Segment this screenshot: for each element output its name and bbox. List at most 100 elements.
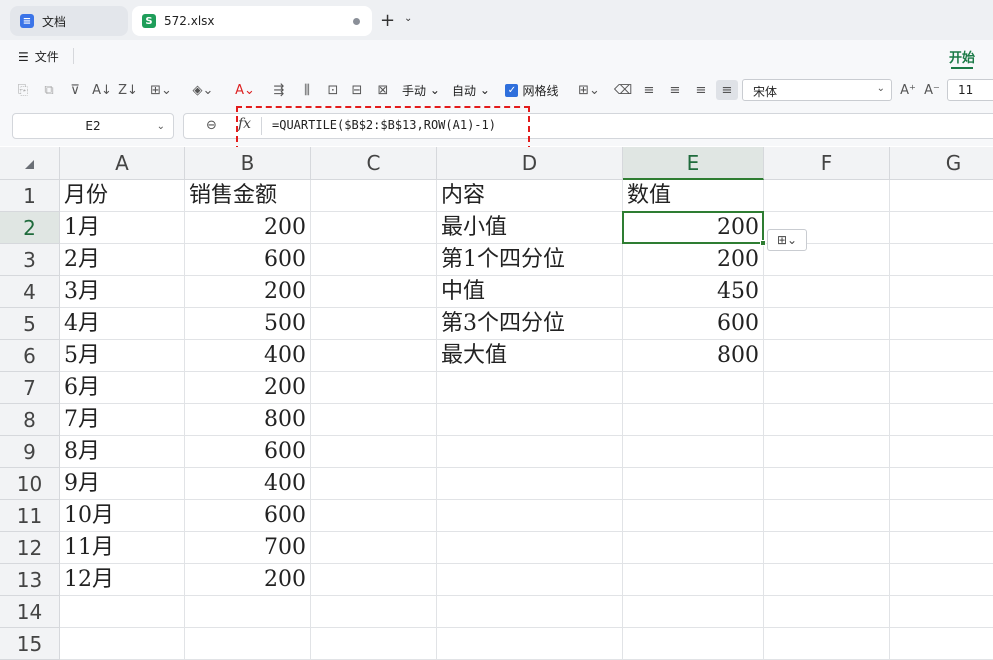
cell-f12[interactable] — [764, 532, 890, 564]
cell-f5[interactable] — [764, 308, 890, 340]
cell-d2[interactable]: 最小值 — [437, 212, 623, 244]
row-header-12[interactable]: 12 — [0, 532, 60, 564]
cell-g6[interactable] — [890, 340, 993, 372]
font-select[interactable]: 宋体 ⌄ — [742, 79, 892, 101]
wrap-icon[interactable]: ⊡ — [324, 80, 342, 100]
cell-b5[interactable]: 500 — [185, 308, 311, 340]
cell-a14[interactable] — [60, 596, 185, 628]
align-left-icon[interactable]: ≡ — [640, 80, 658, 100]
chevron-down-icon[interactable]: ⌄ — [404, 13, 412, 24]
cell-g10[interactable] — [890, 468, 993, 500]
align-icon[interactable]: ⇶ — [270, 80, 288, 100]
cell-e9[interactable] — [623, 436, 764, 468]
cell-b6[interactable]: 400 — [185, 340, 311, 372]
checkbox-checked-icon[interactable]: ✓ — [505, 83, 519, 97]
cell-f7[interactable] — [764, 372, 890, 404]
clear-format-icon[interactable]: ⌫ — [614, 80, 632, 100]
cell-d8[interactable] — [437, 404, 623, 436]
align-center-icon[interactable]: ≡ — [666, 80, 684, 100]
cell-g11[interactable] — [890, 500, 993, 532]
row-header-15[interactable]: 15 — [0, 628, 60, 660]
cell-c12[interactable] — [311, 532, 437, 564]
cell-e15[interactable] — [623, 628, 764, 660]
cell-a6[interactable]: 5月 — [60, 340, 185, 372]
row-header-11[interactable]: 11 — [0, 500, 60, 532]
font-size-select[interactable]: 11 — [947, 79, 993, 101]
manual-dropdown[interactable]: 手动 ⌄ — [400, 80, 442, 100]
cell-f1[interactable] — [764, 180, 890, 212]
cell-a5[interactable]: 4月 — [60, 308, 185, 340]
cell-g14[interactable] — [890, 596, 993, 628]
cell-d5[interactable]: 第3个四分位 — [437, 308, 623, 340]
unsaved-dot-icon[interactable] — [353, 18, 360, 25]
cell-a8[interactable]: 7月 — [60, 404, 185, 436]
align-justify-icon[interactable]: ≡ — [716, 80, 738, 100]
cell-e3[interactable]: 200 — [623, 244, 764, 276]
paste-options-button[interactable]: ⊞⌄ — [767, 229, 807, 251]
row-header-5[interactable]: 5 — [0, 308, 60, 340]
cell-d7[interactable] — [437, 372, 623, 404]
tab-xlsx[interactable]: S 572.xlsx — [132, 6, 372, 36]
cell-c14[interactable] — [311, 596, 437, 628]
cell-f10[interactable] — [764, 468, 890, 500]
cell-f9[interactable] — [764, 436, 890, 468]
merge-icon[interactable]: ⊟ — [348, 80, 366, 100]
cell-d13[interactable] — [437, 564, 623, 596]
cell-a13[interactable]: 12月 — [60, 564, 185, 596]
filter-icon[interactable]: ⊽ — [66, 80, 84, 100]
column-header-c[interactable]: C — [311, 147, 437, 180]
cell-a7[interactable]: 6月 — [60, 372, 185, 404]
cell-e7[interactable] — [623, 372, 764, 404]
cell-c10[interactable] — [311, 468, 437, 500]
cell-f15[interactable] — [764, 628, 890, 660]
cell-e13[interactable] — [623, 564, 764, 596]
cell-c8[interactable] — [311, 404, 437, 436]
row-header-13[interactable]: 13 — [0, 564, 60, 596]
cell-b9[interactable]: 600 — [185, 436, 311, 468]
cell-g1[interactable] — [890, 180, 993, 212]
cell-f8[interactable] — [764, 404, 890, 436]
cell-d9[interactable] — [437, 436, 623, 468]
cell-b15[interactable] — [185, 628, 311, 660]
cell-c1[interactable] — [311, 180, 437, 212]
cell-c11[interactable] — [311, 500, 437, 532]
cell-e5[interactable]: 600 — [623, 308, 764, 340]
cell-a3[interactable]: 2月 — [60, 244, 185, 276]
align-right-icon[interactable]: ≡ — [692, 80, 710, 100]
cell-b10[interactable]: 400 — [185, 468, 311, 500]
column-header-d[interactable]: D — [437, 147, 623, 180]
cell-f11[interactable] — [764, 500, 890, 532]
cell-c15[interactable] — [311, 628, 437, 660]
cell-e8[interactable] — [623, 404, 764, 436]
cell-c3[interactable] — [311, 244, 437, 276]
cell-e1[interactable]: 数值 — [623, 180, 764, 212]
column-header-b[interactable]: B — [185, 147, 311, 180]
cell-d3[interactable]: 第1个四分位 — [437, 244, 623, 276]
row-header-2[interactable]: 2 — [0, 212, 60, 244]
font-grow-icon[interactable]: A⁺ — [898, 80, 918, 100]
cell-e14[interactable] — [623, 596, 764, 628]
row-header-14[interactable]: 14 — [0, 596, 60, 628]
tab-docs[interactable]: ≡ 文档 — [10, 6, 128, 36]
column-header-e[interactable]: E — [623, 147, 764, 180]
cell-e10[interactable] — [623, 468, 764, 500]
sort-desc-icon[interactable]: Z↓ — [118, 80, 138, 100]
cell-d6[interactable]: 最大值 — [437, 340, 623, 372]
cell-b3[interactable]: 600 — [185, 244, 311, 276]
row-header-6[interactable]: 6 — [0, 340, 60, 372]
cell-f4[interactable] — [764, 276, 890, 308]
fill-color-icon[interactable]: ◈⌄ — [188, 80, 218, 100]
column-icon[interactable]: ⫼ — [298, 80, 316, 100]
new-tab-plus-icon[interactable]: + — [380, 10, 395, 31]
table-style-icon[interactable]: ⊞⌄ — [574, 80, 604, 100]
cell-f6[interactable] — [764, 340, 890, 372]
font-color-icon[interactable]: A⌄ — [230, 80, 260, 100]
row-header-3[interactable]: 3 — [0, 244, 60, 276]
cell-a9[interactable]: 8月 — [60, 436, 185, 468]
fill-handle[interactable] — [760, 240, 766, 246]
cell-a15[interactable] — [60, 628, 185, 660]
cell-b7[interactable]: 200 — [185, 372, 311, 404]
cell-b8[interactable]: 800 — [185, 404, 311, 436]
cell-g15[interactable] — [890, 628, 993, 660]
cell-b2[interactable]: 200 — [185, 212, 311, 244]
